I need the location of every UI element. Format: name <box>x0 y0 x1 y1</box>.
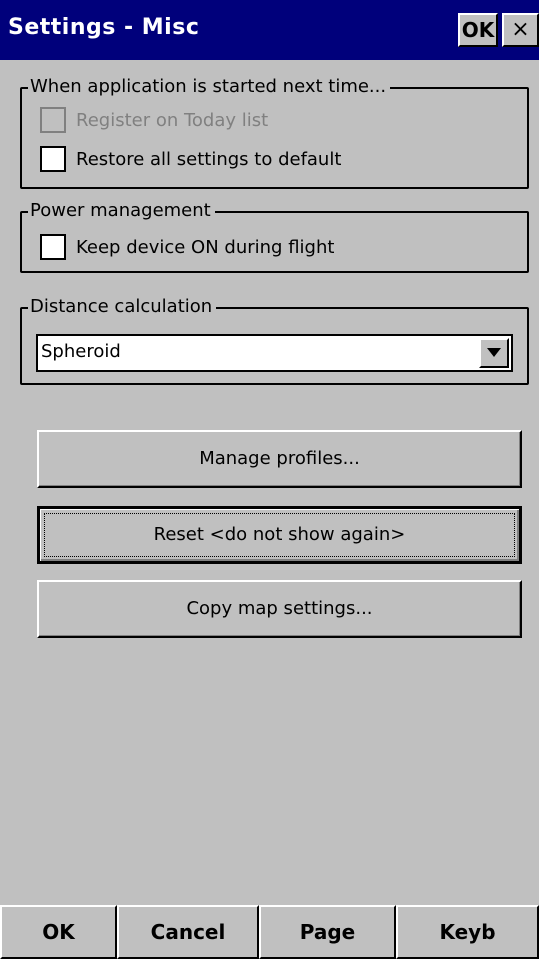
softkey-bar: OK Cancel Page Keyb <box>0 905 539 959</box>
keep-on-checkbox[interactable] <box>40 234 66 260</box>
restore-defaults-row[interactable]: Restore all settings to default <box>40 145 341 173</box>
close-icon[interactable]: × <box>502 13 539 47</box>
power-group: Power management Keep device ON during f… <box>20 199 529 273</box>
startup-group-label: When application is started next time... <box>28 75 391 99</box>
register-today-label: Register on Today list <box>76 109 269 131</box>
softkey-cancel-button[interactable]: Cancel <box>117 905 259 959</box>
distance-group: Distance calculation Spheroid <box>20 295 529 385</box>
manage-profiles-label: Manage profiles... <box>199 448 360 469</box>
register-today-checkbox <box>40 107 66 133</box>
reset-label: Reset <do not show again> <box>153 524 406 545</box>
title-ok-button[interactable]: OK <box>458 13 498 47</box>
chevron-down-icon[interactable] <box>479 338 509 368</box>
softkey-keyb-button[interactable]: Keyb <box>396 905 539 959</box>
distance-select[interactable]: Spheroid <box>36 334 513 372</box>
softkey-ok-button[interactable]: OK <box>0 905 117 959</box>
copy-map-settings-button[interactable]: Copy map settings... <box>37 580 522 638</box>
title-bar: Settings - Misc OK × <box>0 0 539 60</box>
copy-map-settings-label: Copy map settings... <box>186 598 373 619</box>
distance-group-label: Distance calculation <box>28 295 217 319</box>
power-group-label: Power management <box>28 199 215 223</box>
distance-select-value: Spheroid <box>41 341 121 362</box>
restore-defaults-checkbox[interactable] <box>40 146 66 172</box>
manage-profiles-button[interactable]: Manage profiles... <box>37 430 522 488</box>
window-title: Settings - Misc <box>8 15 200 40</box>
keep-on-row[interactable]: Keep device ON during flight <box>40 233 334 261</box>
keep-on-label: Keep device ON during flight <box>76 236 335 258</box>
restore-defaults-label: Restore all settings to default <box>76 148 342 170</box>
startup-group: When application is started next time...… <box>20 75 529 189</box>
reset-button[interactable]: Reset <do not show again> <box>37 506 522 564</box>
softkey-page-button[interactable]: Page <box>259 905 396 959</box>
register-today-row: Register on Today list <box>40 106 268 134</box>
